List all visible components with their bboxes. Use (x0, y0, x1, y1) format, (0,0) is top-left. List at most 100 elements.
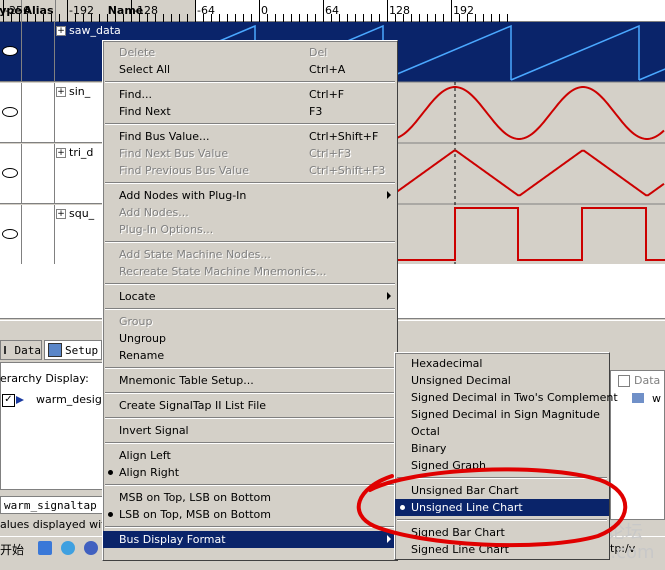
minor-tick (27, 14, 28, 22)
menu-item-mnemonic-table-setup[interactable]: Mnemonic Table Setup... (103, 372, 397, 389)
minor-tick (187, 14, 188, 22)
signal-alias-cell[interactable] (22, 205, 55, 264)
minor-tick (235, 14, 236, 22)
minor-tick (291, 14, 292, 22)
minor-tick (219, 14, 220, 22)
menu-item-label: Align Left (119, 449, 171, 462)
menu-item-label: Unsigned Decimal (411, 374, 511, 387)
minor-tick (107, 14, 108, 22)
eye-icon (2, 46, 18, 56)
minor-tick (435, 14, 436, 22)
signal-alias-cell[interactable] (22, 144, 55, 203)
menu-item-octal[interactable]: Octal (395, 423, 609, 440)
menu-item-shortcut: Ctrl+Shift+F3 (309, 164, 386, 177)
minor-tick (379, 14, 380, 22)
menu-item-label: Mnemonic Table Setup... (119, 374, 254, 387)
signal-alias-cell[interactable] (22, 83, 55, 142)
signal-name: saw_data (69, 24, 121, 37)
minor-tick (171, 14, 172, 22)
menu-item-create-signaltap-ii-list-file[interactable]: Create SignalTap II List File (103, 397, 397, 414)
menu-item-group: Group (103, 313, 397, 330)
hierarchy-checkbox[interactable]: ✓ (2, 394, 15, 407)
minor-tick (371, 14, 372, 22)
menu-item-add-nodes-with-plug-in[interactable]: Add Nodes with Plug-In (103, 187, 397, 204)
square-trace (396, 207, 665, 261)
menu-item-find-bus-value[interactable]: Find Bus Value... Ctrl+Shift+F (103, 128, 397, 145)
submenu-arrow-icon (387, 292, 391, 300)
menu-item-label: MSB on Top, LSB on Bottom (119, 491, 271, 504)
menu-item-find-previous-bus-value: Find Previous Bus Value Ctrl+Shift+F3 (103, 162, 397, 179)
hierarchy-tree-item[interactable]: warm_design (36, 393, 109, 406)
menu-item-ungroup[interactable]: Ungroup (103, 330, 397, 347)
signal-alias-cell[interactable] (22, 22, 55, 81)
menu-item-find[interactable]: Find... Ctrl+F (103, 86, 397, 103)
media-icon[interactable] (84, 541, 98, 555)
tick-mark (67, 0, 68, 22)
expand-icon[interactable]: + (56, 25, 66, 36)
menu-item-plug-in-options: Plug-In Options... (103, 221, 397, 238)
menu-separator (105, 81, 395, 83)
tick-label: 192 (453, 4, 474, 17)
menu-item-hexadecimal[interactable]: Hexadecimal (395, 355, 609, 372)
signal-name-cell[interactable]: + sin_ (56, 85, 90, 98)
time-ruler[interactable]: -256 -192 -128 -64 0 64 128 192 (3, 0, 665, 22)
menu-item-unsigned-decimal[interactable]: Unsigned Decimal (395, 372, 609, 389)
menu-item-label: Recreate State Machine Mnemonics... (119, 265, 327, 278)
menu-item-label: Align Right (119, 466, 180, 479)
expand-icon[interactable]: + (56, 86, 66, 97)
minor-tick (483, 14, 484, 22)
minor-tick (83, 14, 84, 22)
tick-mark (451, 0, 452, 22)
tri-waveform (395, 149, 665, 197)
tab-setup[interactable]: Setup (44, 340, 102, 360)
expand-icon[interactable]: + (56, 147, 66, 158)
setup-tab-icon (48, 343, 62, 357)
menu-item-label: Group (119, 315, 153, 328)
menu-item-signed-decimal-in-sign-magnitude[interactable]: Signed Decimal in Sign Magnitude (395, 406, 609, 423)
menu-item-shortcut: Ctrl+F (309, 88, 345, 101)
minor-tick (179, 14, 180, 22)
minor-tick (155, 14, 156, 22)
menu-item-label: Find Bus Value... (119, 130, 210, 143)
menu-item-invert-signal[interactable]: Invert Signal (103, 422, 397, 439)
eye-icon (2, 107, 18, 117)
menu-item-binary[interactable]: Binary (395, 440, 609, 457)
expand-icon[interactable]: + (56, 208, 66, 219)
minor-tick (43, 14, 44, 22)
tab-setup-label: Setup (65, 343, 99, 357)
checked-bullet-icon (108, 470, 113, 475)
right-checkbox[interactable] (618, 375, 630, 387)
signal-name-cell[interactable]: + saw_data (56, 24, 121, 37)
tick-label: 128 (389, 4, 410, 17)
menu-item-label: Add State Machine Nodes... (119, 248, 271, 261)
menu-item-rename[interactable]: Rename (103, 347, 397, 364)
ie-icon[interactable] (38, 541, 52, 555)
menu-item-label: Create SignalTap II List File (119, 399, 267, 412)
right-panel-label: Data (634, 374, 661, 387)
tab-data[interactable]: Data (0, 340, 42, 360)
minor-tick (475, 14, 476, 22)
minor-tick (203, 14, 204, 22)
menu-item-signed-decimal-in-two-s-complement[interactable]: Signed Decimal in Two's Complement (395, 389, 618, 406)
menu-item-find-next[interactable]: Find Next F3 (103, 103, 397, 120)
menu-item-label: Add Nodes... (119, 206, 189, 219)
menu-item-label: Locate (119, 290, 156, 303)
minor-tick (307, 14, 308, 22)
tick-label: -64 (197, 4, 215, 17)
menu-separator (105, 367, 395, 369)
instance-tab[interactable]: warm_signaltap (0, 496, 103, 514)
signal-name-cell[interactable]: + tri_d (56, 146, 93, 159)
menu-item-select-all[interactable]: Select All Ctrl+A (103, 61, 397, 78)
minor-tick (35, 14, 36, 22)
minor-tick (315, 14, 316, 22)
menu-item-locate[interactable]: Locate (103, 288, 397, 305)
start-button[interactable]: 开始 (0, 541, 24, 558)
menu-item-label: Add Nodes with Plug-In (119, 189, 247, 202)
minor-tick (251, 14, 252, 22)
menu-item-shortcut: F3 (309, 105, 323, 118)
minor-tick (19, 14, 20, 22)
menu-item-shortcut: Ctrl+F3 (309, 147, 352, 160)
signal-name-cell[interactable]: + squ_ (56, 207, 94, 220)
signal-type-cell (0, 83, 22, 142)
browser-icon[interactable] (61, 541, 75, 555)
